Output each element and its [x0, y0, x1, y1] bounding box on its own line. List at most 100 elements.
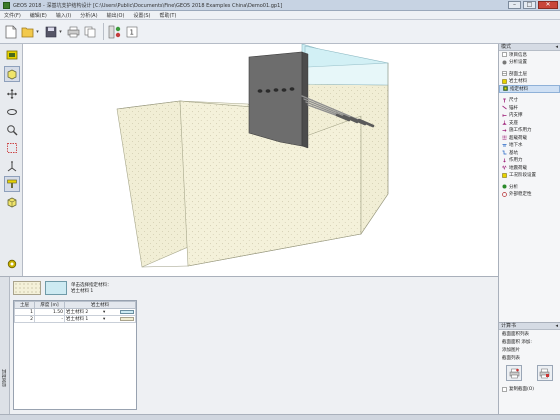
print-picture-icon[interactable]: [536, 365, 553, 381]
menu-help[interactable]: 帮助(T): [159, 12, 176, 19]
move-icon[interactable]: [4, 86, 20, 102]
gear-icon: [502, 60, 507, 65]
chevron-down-icon[interactable]: ▾: [103, 310, 105, 315]
excavation-icon: [502, 150, 507, 155]
column-header-soil: 岩土材料: [64, 301, 136, 309]
stage-item-construction-forces[interactable]: 施工作用力: [499, 127, 560, 135]
section-view-icon[interactable]: [4, 176, 20, 192]
material-icon: [502, 79, 507, 84]
cube-view-icon[interactable]: [4, 194, 20, 210]
maximize-button[interactable]: □: [523, 1, 536, 9]
menu-analysis[interactable]: 分析(A): [80, 12, 97, 19]
stage-item-analysis[interactable]: 分析: [499, 183, 560, 191]
stage-item-struts[interactable]: 内支撑: [499, 112, 560, 120]
copy-view-icon: [502, 386, 507, 392]
layer-soil-select[interactable]: 岩土材料 2 ▾: [64, 308, 136, 316]
save-icon[interactable]: [43, 24, 58, 39]
3d-view-icon[interactable]: [4, 66, 20, 82]
earthquake-icon: [502, 165, 507, 171]
stage-add-icon[interactable]: [107, 24, 122, 39]
toolbar-separator: [103, 23, 104, 40]
svg-text:1: 1: [129, 28, 133, 36]
new-file-icon[interactable]: [3, 24, 18, 39]
soil-color-chip: [120, 310, 134, 314]
stage-item-anchors[interactable]: 锚杆: [499, 104, 560, 112]
layer-assignment-table: 土层 厚度 [m] 岩土材料 1 1.50 岩土材料 2 ▾ 2 - 岩土材料 …: [13, 300, 137, 410]
stage-item-soils[interactable]: 岩土材料: [499, 78, 560, 86]
stage-item-dimensions[interactable]: 尺寸: [499, 97, 560, 105]
load-icon: [502, 158, 507, 163]
table-row[interactable]: 2 - 岩土材料 1 ▾: [14, 315, 136, 323]
stage-item-external-stability[interactable]: 外部稳定性: [499, 191, 560, 199]
stage-item-excavation[interactable]: 基坑: [499, 149, 560, 157]
settings-gear-icon[interactable]: [4, 256, 20, 272]
window-title: GEO5 2018 - 深基坑支护结构设计 [C:\Users\Public\D…: [13, 2, 283, 9]
layer-index: 1: [14, 308, 35, 316]
stage-item-loads[interactable]: 作用力: [499, 157, 560, 165]
zoom-icon[interactable]: [4, 122, 20, 138]
stage-item-project-info[interactable]: 项目信息: [499, 51, 560, 59]
stage-item-label: 地下水: [509, 143, 523, 149]
outputs-row[interactable]: 截面面积 添加:: [499, 338, 560, 346]
copy-icon[interactable]: [83, 24, 98, 39]
stage-item-analysis-settings[interactable]: 分析设置: [499, 59, 560, 67]
stage-item-profile[interactable]: 剖面土层: [499, 70, 560, 78]
close-button[interactable]: ✕: [538, 1, 558, 9]
stage-item-surcharge[interactable]: 超载荷载: [499, 134, 560, 142]
soil-swatch-tan[interactable]: [13, 281, 41, 295]
stage-item-assign[interactable]: 指定材料: [499, 85, 560, 93]
layer-soil-name: 岩土材料 1: [66, 317, 89, 322]
zoom-window-icon[interactable]: [4, 140, 20, 156]
stage-number-icon[interactable]: 1: [124, 24, 139, 39]
copy-view-label: 复制截面(O): [509, 387, 535, 392]
outputs-panel-title: 计算书: [501, 323, 517, 329]
chevron-down-icon[interactable]: ▾: [103, 317, 105, 322]
open-folder-icon[interactable]: [20, 24, 35, 39]
menu-output[interactable]: 输出(O): [107, 12, 125, 19]
table-row[interactable]: 1 1.50 岩土材料 2 ▾: [14, 308, 136, 316]
outputs-row-label: 添加图片: [502, 348, 520, 353]
stage-item-supports[interactable]: 支座: [499, 119, 560, 127]
copy-view-row[interactable]: 复制截面(O): [499, 385, 560, 393]
print-icon[interactable]: [66, 24, 81, 39]
main-toolbar: ▾ ▾ 1: [0, 20, 560, 44]
outputs-panel-header: 计算书 ◂: [499, 323, 560, 330]
menu-edit[interactable]: 编辑(E): [30, 12, 47, 19]
axes-icon[interactable]: [4, 158, 20, 174]
save-dropdown-icon[interactable]: ▾: [57, 24, 64, 39]
outputs-row[interactable]: 添加图片: [499, 346, 560, 354]
stage-item-stage-settings[interactable]: 工况阶段设置: [499, 172, 560, 180]
stage-item-label: 超载荷载: [509, 135, 527, 141]
outputs-buttons: [499, 365, 560, 381]
model-3d: [116, 44, 389, 268]
mode-switch-icon[interactable]: [4, 47, 20, 63]
menu-settings[interactable]: 设置(S): [133, 12, 150, 19]
minimize-button[interactable]: –: [508, 1, 521, 9]
layer-soil-name: 岩土材料 2: [66, 310, 89, 315]
soil-swatch-blue[interactable]: [45, 281, 67, 295]
stage-item-water[interactable]: 地下水: [499, 142, 560, 150]
stage-item-label: 施工作用力: [509, 128, 532, 134]
outputs-row-label: 截面列表: [502, 356, 520, 361]
outputs-row[interactable]: 截面面积列表: [499, 330, 560, 338]
soil-color-chip: [120, 317, 134, 321]
outputs-row[interactable]: 截面列表: [499, 354, 560, 362]
stage-item-label: 锚杆: [509, 105, 518, 111]
collapse-arrow-icon[interactable]: ◂: [555, 44, 558, 50]
rotate-icon[interactable]: [4, 104, 20, 120]
menu-input[interactable]: 输入(I): [56, 12, 71, 19]
collapse-arrow-icon[interactable]: ◂: [555, 323, 558, 329]
status-bar: [0, 414, 560, 420]
open-dropdown-icon[interactable]: ▾: [34, 24, 41, 39]
stage-item-earthquake[interactable]: 地震荷载: [499, 164, 560, 172]
stages-panel-title: 模式: [501, 44, 512, 50]
surcharge-icon: [502, 135, 507, 141]
print-report-icon[interactable]: [506, 365, 523, 381]
stage-item-label: 作用力: [509, 158, 523, 164]
bottom-panel-tab: 指定材料: [0, 277, 10, 415]
stage-item-label: 地震荷载: [509, 165, 527, 171]
3d-viewport[interactable]: [23, 44, 498, 276]
menu-file[interactable]: 文件(F): [4, 12, 21, 19]
layer-soil-select[interactable]: 岩土材料 1 ▾: [64, 315, 136, 323]
column-header-layer: 土层: [14, 301, 35, 309]
